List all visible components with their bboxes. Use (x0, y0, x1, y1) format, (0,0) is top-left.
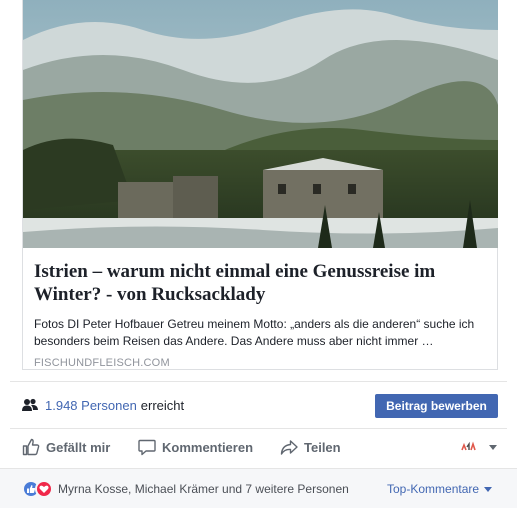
reactions-bar: Myrna Kosse, Michael Krämer und 7 weiter… (0, 468, 517, 508)
link-domain: FISCHUNDFLEISCH.COM (34, 357, 170, 369)
link-preview-card[interactable]: Istrien – warum nicht einmal eine Genuss… (22, 0, 498, 370)
share-icon (280, 440, 298, 455)
reach-summary: 1.948 Personen erreicht (22, 394, 184, 416)
comment-icon (138, 439, 156, 456)
post-as-selector[interactable] (459, 430, 497, 464)
reaction-icons[interactable] (22, 480, 56, 498)
comment-sort-label: Top-Kommentare (387, 482, 480, 496)
chevron-down-icon (489, 444, 497, 450)
share-label: Teilen (304, 439, 341, 455)
like-label: Gefällt mir (46, 439, 111, 455)
love-reaction-icon (35, 480, 53, 498)
reach-suffix: erreicht (140, 397, 185, 413)
thumbs-up-icon (22, 438, 40, 456)
link-preview-text[interactable]: Istrien – warum nicht einmal eine Genuss… (23, 248, 498, 369)
comment-button[interactable]: Kommentieren (138, 430, 253, 464)
link-excerpt: Fotos DI Peter Hofbauer Getreu meinem Mo… (34, 317, 475, 348)
divider (10, 381, 507, 382)
comment-label: Kommentieren (162, 439, 254, 455)
facebook-post: Istrien – warum nicht einmal eine Genuss… (0, 0, 517, 508)
people-icon (22, 398, 38, 411)
promote-post-button[interactable]: Beitrag bewerben (375, 394, 498, 418)
chevron-down-icon (484, 486, 493, 492)
link-title[interactable]: Istrien – warum nicht einmal eine Genuss… (34, 260, 487, 306)
reach-count-link[interactable]: 1.948 Personen (45, 398, 137, 413)
divider (10, 428, 507, 429)
like-button[interactable]: Gefällt mir (22, 430, 110, 464)
link-preview-image[interactable] (23, 0, 498, 248)
comment-sort-dropdown[interactable]: Top-Kommentare (387, 482, 493, 496)
reaction-names[interactable]: Myrna Kosse, Michael Krämer und 7 weiter… (58, 482, 349, 496)
action-bar: Gefällt mir Kommentieren Teilen (0, 430, 517, 464)
page-avatar-icon (459, 438, 477, 456)
share-button[interactable]: Teilen (280, 430, 341, 464)
